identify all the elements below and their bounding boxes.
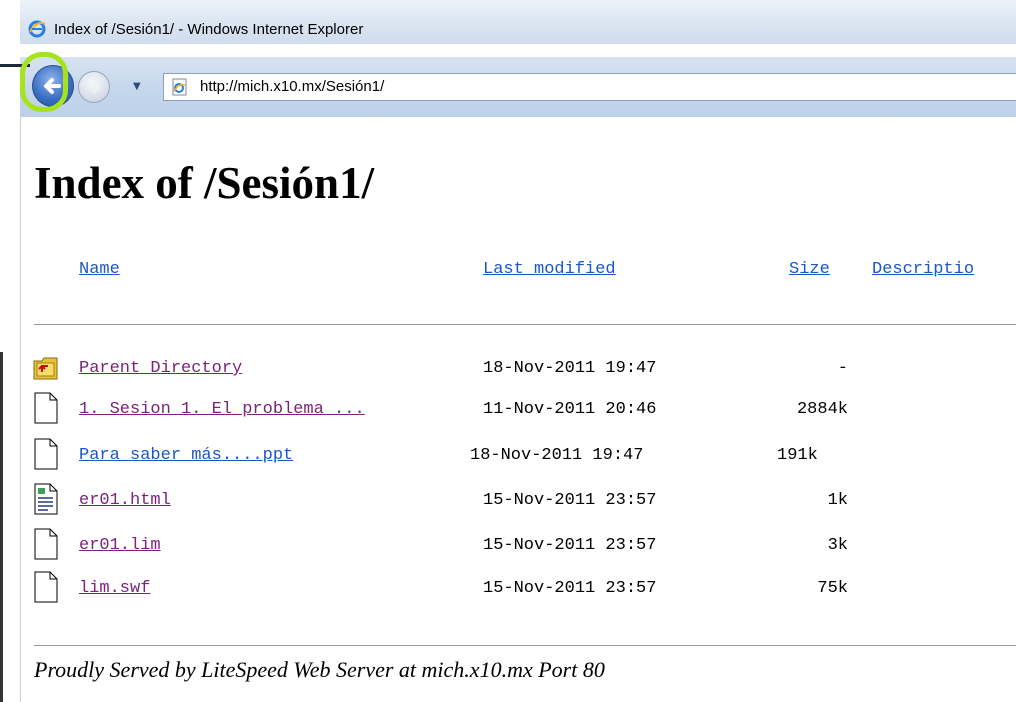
- table-row: Para saber más....ppt 18-Nov-2011 19:47 …: [21, 438, 1016, 486]
- row-size: 191k: [777, 446, 818, 465]
- row-size: -: [837, 359, 848, 378]
- column-header-last-modified[interactable]: Last modified: [483, 260, 616, 279]
- navigation-bar: ▼ http://mich.x10.mx/Sesión1/: [20, 57, 1016, 117]
- row-size: 3k: [827, 536, 848, 555]
- server-footer: Proudly Served by LiteSpeed Web Server a…: [34, 657, 605, 682]
- row-date: 15-Nov-2011 23:57: [483, 491, 657, 510]
- row-size: 75k: [817, 579, 848, 598]
- footer-divider: [34, 645, 1016, 646]
- file-link[interactable]: 1. Sesion 1. El problema ...: [79, 400, 365, 419]
- sort-by-name-link[interactable]: Name: [79, 260, 120, 279]
- page-icon: [172, 78, 187, 96]
- window-title: Index of /Sesión1/ - Windows Internet Ex…: [54, 21, 364, 38]
- left-edge-marker: [0, 352, 3, 702]
- file-icon: [34, 571, 58, 603]
- file-link[interactable]: er01.html: [79, 491, 171, 510]
- row-date: 18-Nov-2011 19:47: [470, 446, 644, 465]
- table-row: er01.html 15-Nov-2011 23:57 1k: [21, 483, 1016, 531]
- row-date: 15-Nov-2011 23:57: [483, 579, 657, 598]
- parent-folder-icon: [33, 357, 58, 380]
- window-title-bar: Index of /Sesión1/ - Windows Internet Ex…: [20, 0, 1016, 44]
- row-size: 1k: [827, 491, 848, 510]
- back-button-highlight: [20, 52, 68, 112]
- row-size: 2884k: [796, 400, 848, 419]
- table-row: er01.lim 15-Nov-2011 23:57 3k: [21, 528, 1016, 576]
- sort-by-description-link[interactable]: Descriptio: [872, 260, 974, 279]
- column-header-size[interactable]: Size: [789, 260, 830, 279]
- html-file-icon: [34, 483, 58, 515]
- row-date: 18-Nov-2011 19:47: [483, 359, 657, 378]
- table-row: lim.swf 15-Nov-2011 23:57 75k: [21, 571, 1016, 619]
- forward-arrow-icon: [86, 80, 101, 94]
- table-row: 1. Sesion 1. El problema ... 11-Nov-2011…: [21, 392, 1016, 440]
- history-dropdown-icon[interactable]: ▼: [133, 81, 141, 92]
- file-link[interactable]: Para saber más....ppt: [79, 446, 293, 465]
- file-icon: [34, 528, 58, 560]
- page-title: Index of /Sesión1/: [34, 158, 375, 208]
- header-divider: [34, 324, 1016, 325]
- sort-by-date-link[interactable]: Last modified: [483, 260, 616, 279]
- forward-button[interactable]: [78, 71, 110, 103]
- column-header-name[interactable]: Name: [79, 260, 120, 279]
- file-icon: [34, 438, 58, 470]
- row-date: 15-Nov-2011 23:57: [483, 536, 657, 555]
- page-content: Index of /Sesión1/ Name Last modified Si…: [20, 117, 1016, 702]
- table-row: Parent Directory 18-Nov-2011 19:47 -: [21, 357, 1016, 399]
- internet-explorer-icon: [28, 20, 46, 38]
- file-link[interactable]: lim.swf: [79, 579, 150, 598]
- file-link[interactable]: er01.lim: [79, 536, 161, 555]
- row-date: 11-Nov-2011 20:46: [483, 400, 657, 419]
- column-header-description[interactable]: Descriptio: [872, 260, 974, 279]
- sort-by-size-link[interactable]: Size: [789, 260, 830, 279]
- parent-directory-link[interactable]: Parent Directory: [79, 359, 242, 378]
- file-icon: [34, 392, 58, 424]
- address-url: http://mich.x10.mx/Sesión1/: [200, 78, 385, 95]
- address-bar[interactable]: http://mich.x10.mx/Sesión1/: [163, 73, 1016, 101]
